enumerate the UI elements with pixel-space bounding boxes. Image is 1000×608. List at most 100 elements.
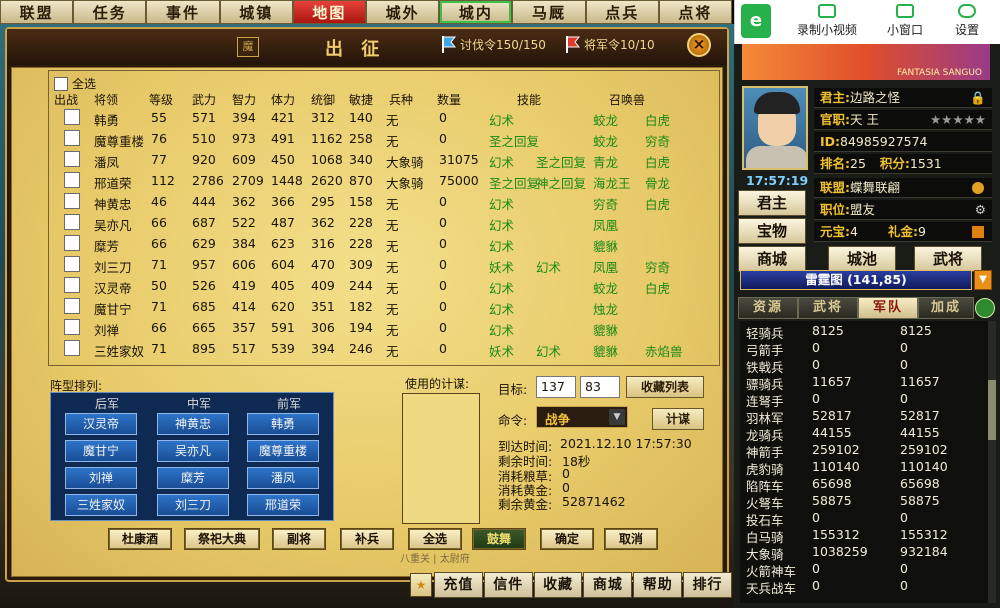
- record-video-button[interactable]: 录制小视频: [797, 4, 857, 38]
- action-button-0[interactable]: 杜康酒: [108, 528, 172, 550]
- row-checkbox[interactable]: [64, 109, 80, 125]
- general-button[interactable]: 武将: [914, 246, 982, 272]
- row-checkbox[interactable]: [64, 214, 80, 230]
- formation-slot-mid[interactable]: 刘三刀: [157, 494, 229, 516]
- action-button-3[interactable]: 补兵: [340, 528, 394, 550]
- action-button-4[interactable]: 全选: [408, 528, 462, 550]
- row-checkbox[interactable]: [64, 256, 80, 272]
- row-checkbox[interactable]: [64, 151, 80, 167]
- bottom-menu-item[interactable]: 收藏: [533, 572, 583, 598]
- row-checkbox[interactable]: [64, 130, 80, 146]
- action-button-6[interactable]: 确定: [540, 528, 594, 550]
- bottom-menu-item[interactable]: 帮助: [633, 572, 683, 598]
- tab-resources[interactable]: 资源: [738, 297, 798, 319]
- scrollbar-thumb[interactable]: [988, 380, 996, 440]
- row-checkbox[interactable]: [64, 235, 80, 251]
- formation-slot-mid[interactable]: 神黄忠: [157, 413, 229, 435]
- tab-nav-2[interactable]: 事件: [146, 0, 220, 24]
- settings-button[interactable]: 设置: [955, 4, 979, 38]
- formation-slot-mid[interactable]: 吴亦凡: [157, 440, 229, 462]
- shop-button[interactable]: 商城: [738, 246, 806, 272]
- tab-nav-7[interactable]: 马厩: [512, 0, 586, 24]
- formation-slot-front[interactable]: 魔尊重楼: [247, 440, 319, 462]
- table-row[interactable]: 魔尊重楼 76 510 973 491 1162 258 无 0 圣之回复 蛟龙 穷奇: [49, 128, 721, 149]
- bottom-menu-item[interactable]: 充值: [434, 572, 483, 598]
- action-button-1[interactable]: 祭祀大典: [184, 528, 260, 550]
- cell-z1: 蛟龙: [593, 113, 619, 128]
- league-icon[interactable]: [972, 182, 984, 194]
- location-bar[interactable]: 雷霆图 (141,85): [740, 270, 972, 290]
- cell-sl: 0: [439, 320, 447, 335]
- lord-button[interactable]: 君主: [738, 190, 806, 216]
- city-button[interactable]: 城池: [828, 246, 896, 272]
- select-all-checkbox[interactable]: [54, 76, 68, 91]
- favorites-button[interactable]: 收藏列表: [626, 376, 704, 398]
- tab-army[interactable]: 军队: [858, 297, 918, 319]
- row-checkbox[interactable]: [64, 172, 80, 188]
- formation-slot-back[interactable]: 汉灵帝: [65, 413, 137, 435]
- gear-small-icon[interactable]: ⚙: [975, 200, 986, 219]
- treasure-button[interactable]: 宝物: [738, 218, 806, 244]
- refresh-icon[interactable]: [975, 298, 995, 318]
- table-row[interactable]: 韩勇 55 571 394 421 312 140 无 0 幻术 蛟龙 白虎: [49, 107, 721, 128]
- tab-nav-5[interactable]: 城外: [366, 0, 440, 24]
- tab-nav-1[interactable]: 任务: [73, 0, 147, 24]
- target-y-input[interactable]: 83: [580, 376, 620, 398]
- table-row[interactable]: 汉灵帝 50 526 419 405 409 244 无 0 幻术 蛟龙 白虎: [49, 275, 721, 296]
- tab-nav-3[interactable]: 城镇: [219, 0, 293, 24]
- location-dropdown-icon[interactable]: ▼: [974, 270, 992, 290]
- cell-z1: 烛龙: [593, 302, 619, 317]
- tab-bonus[interactable]: 加成: [918, 297, 974, 319]
- strategy-list[interactable]: [402, 393, 480, 524]
- plan-button[interactable]: 计谋: [652, 408, 704, 430]
- troop-row: 火箭神车 0 0: [740, 561, 988, 579]
- cell-z2: 白虎: [645, 155, 671, 170]
- formation-slot-back[interactable]: 魔甘宁: [65, 440, 137, 462]
- tab-nav-9[interactable]: 点将: [658, 0, 733, 24]
- select-all[interactable]: 全选: [54, 75, 96, 92]
- row-checkbox[interactable]: [64, 319, 80, 335]
- table-row[interactable]: 刘禅 66 665 357 591 306 194 无 0 幻术 貔貅: [49, 317, 721, 338]
- lock-icon[interactable]: 🔒: [970, 88, 986, 107]
- formation-slot-front[interactable]: 邢道荣: [247, 494, 319, 516]
- tab-nav-4[interactable]: 地图: [292, 0, 367, 24]
- star-icon[interactable]: ★: [410, 573, 432, 597]
- table-row[interactable]: 糜芳 66 629 384 623 316 228 无 0 幻术 貔貅: [49, 233, 721, 254]
- table-row[interactable]: 三姓家奴 71 895 517 539 394 246 无 0 妖术 幻术 貔貅 赤焰兽: [49, 338, 721, 359]
- bolt-icon[interactable]: [972, 226, 984, 238]
- table-row[interactable]: 魔甘宁 71 685 414 620 351 182 无 0 幻术 烛龙: [49, 296, 721, 317]
- command-select[interactable]: 战争 ▼: [536, 406, 628, 428]
- tab-nav-6[interactable]: 城内: [439, 0, 513, 24]
- table-row[interactable]: 刘三刀 71 957 606 604 470 309 无 0 妖术 幻术 凤凰 穷奇: [49, 254, 721, 275]
- row-checkbox[interactable]: [64, 193, 80, 209]
- troop-row: 连弩手 0 0: [740, 391, 988, 409]
- player-portrait[interactable]: [742, 86, 808, 170]
- tab-nav-8[interactable]: 点兵: [585, 0, 659, 24]
- target-x-input[interactable]: 137: [536, 376, 576, 398]
- mini-window-button[interactable]: 小窗口: [887, 4, 923, 38]
- formation-slot-front[interactable]: 潘凤: [247, 467, 319, 489]
- bottom-menu-item[interactable]: 信件: [483, 572, 533, 598]
- action-button-5[interactable]: 鼓舞: [472, 528, 526, 550]
- row-checkbox[interactable]: [64, 277, 80, 293]
- bottom-menu-item[interactable]: 商城: [583, 572, 633, 598]
- formation-slot-mid[interactable]: 糜芳: [157, 467, 229, 489]
- action-button-2[interactable]: 副将: [272, 528, 326, 550]
- table-row[interactable]: 神黄忠 46 444 362 366 295 158 无 0 幻术 穷奇 白虎: [49, 191, 721, 212]
- tab-generals[interactable]: 武将: [798, 297, 858, 319]
- table-header-cell: 技能: [517, 93, 542, 107]
- table-header-cell: 召唤兽: [609, 93, 646, 107]
- formation-slot-back[interactable]: 三姓家奴: [65, 494, 137, 516]
- formation-slot-back[interactable]: 刘禅: [65, 467, 137, 489]
- row-checkbox[interactable]: [64, 340, 80, 356]
- bottom-menu-item[interactable]: 排行: [683, 572, 732, 598]
- tab-nav-0[interactable]: 联盟: [0, 0, 74, 24]
- action-button-7[interactable]: 取消: [604, 528, 658, 550]
- table-row[interactable]: 潘凤 77 920 609 450 1068 340 大象骑 31075 幻术 圣之回复 青龙 白虎: [49, 149, 721, 170]
- row-checkbox[interactable]: [64, 298, 80, 314]
- scrollbar[interactable]: [988, 321, 996, 603]
- table-row[interactable]: 吴亦凡 66 687 522 487 362 228 无 0 幻术 凤凰: [49, 212, 721, 233]
- table-row[interactable]: 邢道荣 112 2786 2709 1448 2620 870 大象骑 75000 圣之回复 神之回…: [49, 170, 721, 191]
- close-button[interactable]: ×: [687, 33, 711, 57]
- formation-slot-front[interactable]: 韩勇: [247, 413, 319, 435]
